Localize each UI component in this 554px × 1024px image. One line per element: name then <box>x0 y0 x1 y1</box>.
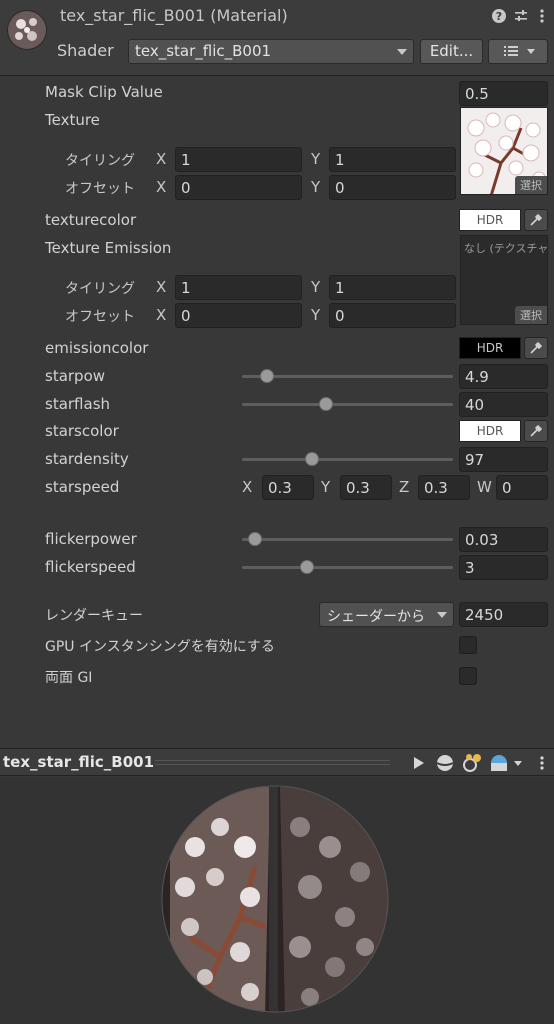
render-queue-label: レンダーキュー <box>45 608 143 624</box>
starscolor-swatch[interactable]: HDR <box>459 420 521 442</box>
emission-tiling-y[interactable]: 1 <box>329 275 456 300</box>
starflash-field[interactable]: 40 <box>459 392 548 417</box>
texture-tiling-label: タイリング <box>65 153 135 169</box>
preset-icon[interactable] <box>512 8 530 26</box>
gpu-instancing-label: GPU インスタンシングを有効にする <box>45 639 275 655</box>
eyedropper-icon[interactable] <box>524 209 548 231</box>
flickerpower-field[interactable]: 0.03 <box>459 527 548 552</box>
texture-select-button[interactable]: 選択 <box>515 176 547 194</box>
texture-slot[interactable]: 選択 <box>460 107 548 195</box>
help-icon[interactable]: ? <box>490 8 508 26</box>
sphere-icon[interactable] <box>434 752 456 774</box>
axis-w-label: W <box>477 478 492 496</box>
axis-x-label: X <box>242 478 253 496</box>
preview-drag-handle[interactable] <box>155 760 390 765</box>
starscolor-label: starscolor <box>45 422 119 440</box>
light-icon[interactable] <box>461 752 485 774</box>
flickerpower-slider-track[interactable] <box>242 538 453 541</box>
texture-tiling-y[interactable]: 1 <box>329 147 456 172</box>
axis-x-label: X <box>156 178 167 196</box>
axis-y-label: Y <box>311 150 321 168</box>
mask-clip-label: Mask Clip Value <box>45 83 163 101</box>
skybox-icon[interactable] <box>488 752 528 774</box>
starpow-slider-handle[interactable] <box>260 369 275 383</box>
play-icon[interactable] <box>407 752 429 774</box>
emissioncolor-swatch[interactable]: HDR <box>459 337 521 359</box>
starspeed-label: starspeed <box>45 478 120 496</box>
emission-offset-y[interactable]: 0 <box>329 303 456 328</box>
texture-offset-y[interactable]: 0 <box>329 175 456 200</box>
starpow-label: starpow <box>45 367 106 385</box>
more-icon[interactable] <box>533 8 551 26</box>
shader-dropdown[interactable]: tex_star_flic_B001 <box>128 39 414 64</box>
gpu-instancing-checkbox[interactable] <box>459 636 477 654</box>
starspeed-w[interactable]: 0 <box>496 475 548 500</box>
stardensity-field[interactable]: 97 <box>459 447 548 472</box>
chevron-down-icon <box>437 612 447 618</box>
starspeed-x[interactable]: 0.3 <box>262 475 314 500</box>
axis-y-label: Y <box>311 278 321 296</box>
flickerpower-slider-handle[interactable] <box>247 532 262 546</box>
material-title: tex_star_flic_B001 (Material) <box>60 6 288 25</box>
texturecolor-label: texturecolor <box>45 211 137 229</box>
emissioncolor-label: emissioncolor <box>45 339 149 357</box>
preview-toolbar: tex_star_flic_B001 <box>0 748 554 776</box>
more-icon[interactable] <box>533 752 551 774</box>
shader-value: tex_star_flic_B001 <box>135 42 272 60</box>
double-sided-gi-checkbox[interactable] <box>459 667 477 685</box>
list-icon <box>504 46 535 56</box>
texture-offset-x[interactable]: 0 <box>175 175 302 200</box>
starflash-slider-handle[interactable] <box>319 397 334 411</box>
axis-z-label: Z <box>399 478 410 496</box>
chevron-down-icon <box>397 49 407 55</box>
emission-offset-x[interactable]: 0 <box>175 303 302 328</box>
texture-label: Texture <box>45 111 100 129</box>
texture-tiling-x[interactable]: 1 <box>175 147 302 172</box>
starspeed-y[interactable]: 0.3 <box>340 475 392 500</box>
stardensity-label: stardensity <box>45 450 129 468</box>
axis-x-label: X <box>156 306 167 324</box>
starspeed-z[interactable]: 0.3 <box>418 475 470 500</box>
axis-y-label: Y <box>311 178 321 196</box>
texture-offset-label: オフセット <box>65 181 135 197</box>
flickerspeed-slider-handle[interactable] <box>300 560 315 574</box>
axis-x-label: X <box>156 150 167 168</box>
preview-title: tex_star_flic_B001 <box>3 753 155 771</box>
svg-text:?: ? <box>496 10 502 23</box>
render-queue-mode: シェーダーから <box>327 609 425 625</box>
edit-shader-button[interactable]: Edit... <box>420 39 483 64</box>
axis-y-label: Y <box>311 306 321 324</box>
render-queue-field[interactable]: 2450 <box>459 602 548 627</box>
stardensity-slider-handle[interactable] <box>304 452 319 466</box>
texture-emission-none-label: なし (テクスチャ) <box>464 242 548 255</box>
emission-tiling-label: タイリング <box>65 281 135 297</box>
stardensity-slider-track[interactable] <box>242 458 453 461</box>
emission-tiling-x[interactable]: 1 <box>175 275 302 300</box>
axis-x-label: X <box>156 278 167 296</box>
preview-sphere <box>161 785 389 1013</box>
emission-offset-label: オフセット <box>65 309 135 325</box>
flickerspeed-slider-track[interactable] <box>242 566 453 569</box>
texture-emission-slot[interactable]: なし (テクスチャ) 選択 <box>460 235 548 325</box>
eyedropper-icon[interactable] <box>524 337 548 359</box>
material-preview[interactable] <box>0 777 554 1024</box>
flickerspeed-field[interactable]: 3 <box>459 555 548 580</box>
material-header: tex_star_flic_B001 (Material) ? Shader t… <box>0 0 554 76</box>
eyedropper-icon[interactable] <box>524 420 548 442</box>
double-sided-gi-label: 両面 GI <box>45 670 93 686</box>
starpow-field[interactable]: 4.9 <box>459 364 548 389</box>
shader-options-button[interactable] <box>488 39 548 64</box>
texture-emission-label: Texture Emission <box>45 239 172 257</box>
axis-y-label: Y <box>321 478 331 496</box>
shader-label: Shader <box>57 41 114 60</box>
flickerpower-label: flickerpower <box>45 530 137 548</box>
texturecolor-swatch[interactable]: HDR <box>459 209 521 231</box>
render-queue-dropdown[interactable]: シェーダーから <box>319 602 454 627</box>
texture-emission-select-button[interactable]: 選択 <box>515 306 547 324</box>
starflash-slider-track[interactable] <box>242 403 453 406</box>
mask-clip-field[interactable]: 0.5 <box>459 81 548 106</box>
flickerspeed-label: flickerspeed <box>45 558 136 576</box>
starflash-label: starflash <box>45 395 111 413</box>
material-thumbnail <box>7 10 47 50</box>
